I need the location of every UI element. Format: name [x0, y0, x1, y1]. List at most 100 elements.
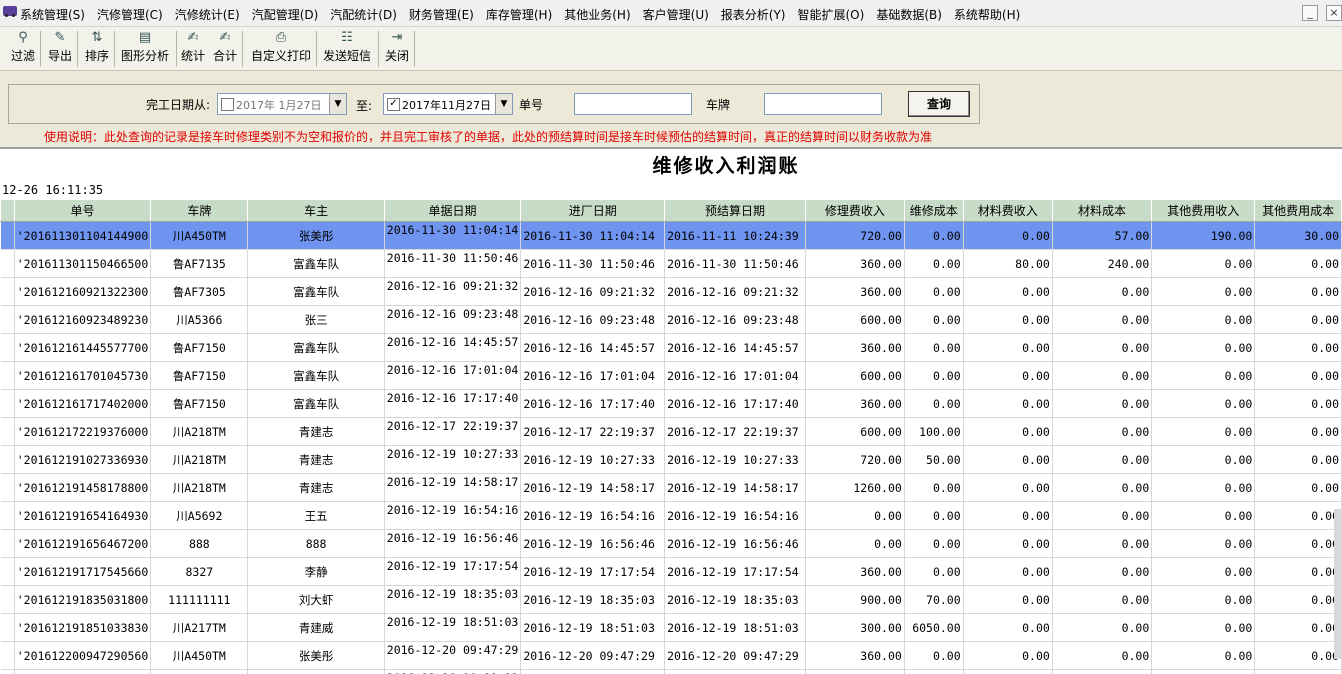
table-row[interactable]: '201612161701045730鲁AF7150富鑫车队2016-12-16… [1, 362, 1342, 390]
table-cell: 2016-12-19 18:35:03 [521, 586, 665, 614]
table-cell: 0.00 [963, 446, 1052, 474]
chevron-down-icon[interactable]: ▼ [329, 94, 346, 114]
table-row[interactable]: '201612161445577700鲁AF7150富鑫车队2016-12-16… [1, 334, 1342, 362]
table-cell: 900.00 [805, 586, 904, 614]
menu-item[interactable]: 财务管理(E) [409, 6, 474, 23]
column-header[interactable]: 车牌 [151, 200, 248, 222]
table-cell: 0.00 [805, 502, 904, 530]
menu-item[interactable]: 智能扩展(O) [798, 6, 865, 23]
table-row[interactable]: '201612191851033830川A217TM青建威2016-12-19 … [1, 614, 1342, 642]
table-row[interactable]: '201612191654164930川A5692王五2016-12-19 16… [1, 502, 1342, 530]
table-cell: 0.00 [904, 558, 963, 586]
column-header[interactable]: 进厂日期 [521, 200, 665, 222]
toolbar-button-1[interactable]: ✎导出 [44, 30, 76, 68]
minimize-icon[interactable]: _ [1302, 5, 1318, 21]
row-indicator [1, 446, 15, 474]
table-cell: 川A218TM [151, 418, 248, 446]
column-header[interactable]: 维修成本 [904, 200, 963, 222]
chevron-down-icon[interactable]: ▼ [495, 94, 512, 114]
date-to-checkbox[interactable]: ✓ [387, 98, 400, 111]
table-row[interactable]: '201611301104144900川A450TM张美彤2016-11-30 … [1, 222, 1342, 250]
menu-item[interactable]: 客户管理(U) [643, 6, 709, 23]
plate-input[interactable] [764, 93, 882, 115]
table-cell: 张美彤 [248, 642, 384, 670]
column-header[interactable]: 其他费用成本 [1255, 200, 1342, 222]
column-header[interactable]: 预结算日期 [665, 200, 806, 222]
toolbar-button-5[interactable]: ✍合计 [210, 30, 240, 68]
table-cell: 鲁AF7150 [151, 362, 248, 390]
table-row[interactable]: '201612191458178800川A218TM青建志2016-12-19 … [1, 474, 1342, 502]
table-row[interactable]: '2016121916564672008888882016-12-19 16:5… [1, 530, 1342, 558]
table-row[interactable]: '201611301150466500鲁AF7135富鑫车队2016-11-30… [1, 250, 1342, 278]
table-row[interactable]: '201612191835031800111111111刘大虾2016-12-1… [1, 586, 1342, 614]
menu-item[interactable]: 系统帮助(H) [954, 6, 1020, 23]
column-header[interactable]: 材料费收入 [963, 200, 1052, 222]
report-table: 单号车牌车主单据日期进厂日期预结算日期修理费收入维修成本材料费收入材料成本其他费… [0, 199, 1342, 674]
table-row[interactable]: '201612161717402000鲁AF7150富鑫车队2016-12-16… [1, 390, 1342, 418]
table-cell: 2016-12-19 17:17:54 [521, 558, 665, 586]
row-indicator [1, 642, 15, 670]
toolbar-label: 图形分析 [116, 47, 174, 64]
sort-icon: ⇅ [89, 30, 105, 45]
table-cell: 0.00 [1052, 502, 1151, 530]
table-cell: 0.00 [1255, 390, 1342, 418]
toolbar-button-4[interactable]: ✍统计 [178, 30, 208, 68]
menu-item[interactable]: 汽配管理(D) [252, 6, 319, 23]
toolbar-button-3[interactable]: ▤图形分析 [116, 30, 174, 68]
table-cell: 111111111 [151, 586, 248, 614]
menu-item[interactable]: 其他业务(H) [564, 6, 630, 23]
table-row[interactable]: '201612200947290560川A450TM张美彤2016-12-20 … [1, 642, 1342, 670]
toolbar-separator [378, 31, 379, 67]
toolbar-button-0[interactable]: ⚲过滤 [4, 30, 42, 68]
column-header[interactable]: 单据日期 [384, 200, 521, 222]
menu-item[interactable]: 报表分析(Y) [721, 6, 786, 23]
toolbar-label: 自定义打印 [245, 47, 317, 64]
table-cell: 0.00 [1152, 362, 1255, 390]
date-from-picker[interactable]: 2017年 1月27日 ▼ [217, 93, 347, 115]
table-cell: 2016-11-30 11:04:14 [384, 222, 521, 250]
column-header[interactable]: 车主 [248, 200, 384, 222]
table-cell: 2016-12-19 14:58:17 [665, 474, 806, 502]
table-cell: 0.00 [1052, 334, 1151, 362]
table-row[interactable]: '201612191027336930川A218TM青建志2016-12-19 … [1, 446, 1342, 474]
menu-item[interactable]: 库存管理(H) [486, 6, 552, 23]
menu-item[interactable]: 基础数据(B) [876, 6, 942, 23]
table-cell: 1260.00 [805, 474, 904, 502]
query-button[interactable]: 查询 [908, 91, 970, 117]
menu-item[interactable]: 汽修统计(E) [175, 6, 240, 23]
column-header[interactable]: 材料成本 [1052, 200, 1151, 222]
table-cell: 0.00 [963, 222, 1052, 250]
toolbar-button-6[interactable]: ⎙自定义打印 [245, 30, 317, 68]
table-cell: 360.00 [805, 334, 904, 362]
table-cell: 2016-12-19 18:35:03 [665, 586, 806, 614]
close-window-icon[interactable]: × [1326, 5, 1342, 21]
menu-bar: 系统管理(S) 汽修管理(C) 汽修统计(E) 汽配管理(D) 汽配统计(D) 财务管理(… [0, 0, 1342, 27]
order-number-input[interactable] [574, 93, 692, 115]
table-row[interactable]: '2016121917175456608327李静2016-12-19 17:1… [1, 558, 1342, 586]
table-cell: 720.00 [805, 446, 904, 474]
column-header[interactable]: 修理费收入 [805, 200, 904, 222]
menu-item[interactable]: 汽修管理(C) [97, 6, 163, 23]
date-from-checkbox[interactable] [221, 98, 234, 111]
toolbar-button-8[interactable]: ⇥关闭 [380, 30, 414, 68]
toolbar-button-7[interactable]: ☷发送短信 [318, 30, 376, 68]
table-cell: 0.00 [1152, 502, 1255, 530]
menu-item[interactable]: 系统管理(S) [20, 6, 85, 23]
table-cell: 0.00 [904, 334, 963, 362]
table-cell: 8327 [151, 558, 248, 586]
table-row[interactable]: '201612160923489230川A5366张三2016-12-16 09… [1, 306, 1342, 334]
column-header[interactable]: 单号 [14, 200, 151, 222]
column-header[interactable]: 其他费用收入 [1152, 200, 1255, 222]
table-cell: 2016-12-19 17:17:54 [665, 558, 806, 586]
vertical-scrollbar[interactable] [1334, 509, 1342, 659]
sms-icon: ☷ [339, 30, 355, 45]
table-cell: 0.00 [1052, 306, 1151, 334]
table-cell: 2016-12-19 10:27:33 [665, 446, 806, 474]
table-row[interactable]: '201612160921322300鲁AF7305富鑫车队2016-12-16… [1, 278, 1342, 306]
toolbar-button-2[interactable]: ⇅排序 [80, 30, 114, 68]
print-date: 12-26 16:11:35 [2, 183, 103, 197]
table-row[interactable]: '201612172219376000川A218TM青建志2016-12-17 … [1, 418, 1342, 446]
menu-item[interactable]: 汽配统计(D) [330, 6, 397, 23]
date-to-picker[interactable]: ✓ 2017年11月27日 ▼ [383, 93, 513, 115]
table-cell: 360.00 [805, 278, 904, 306]
